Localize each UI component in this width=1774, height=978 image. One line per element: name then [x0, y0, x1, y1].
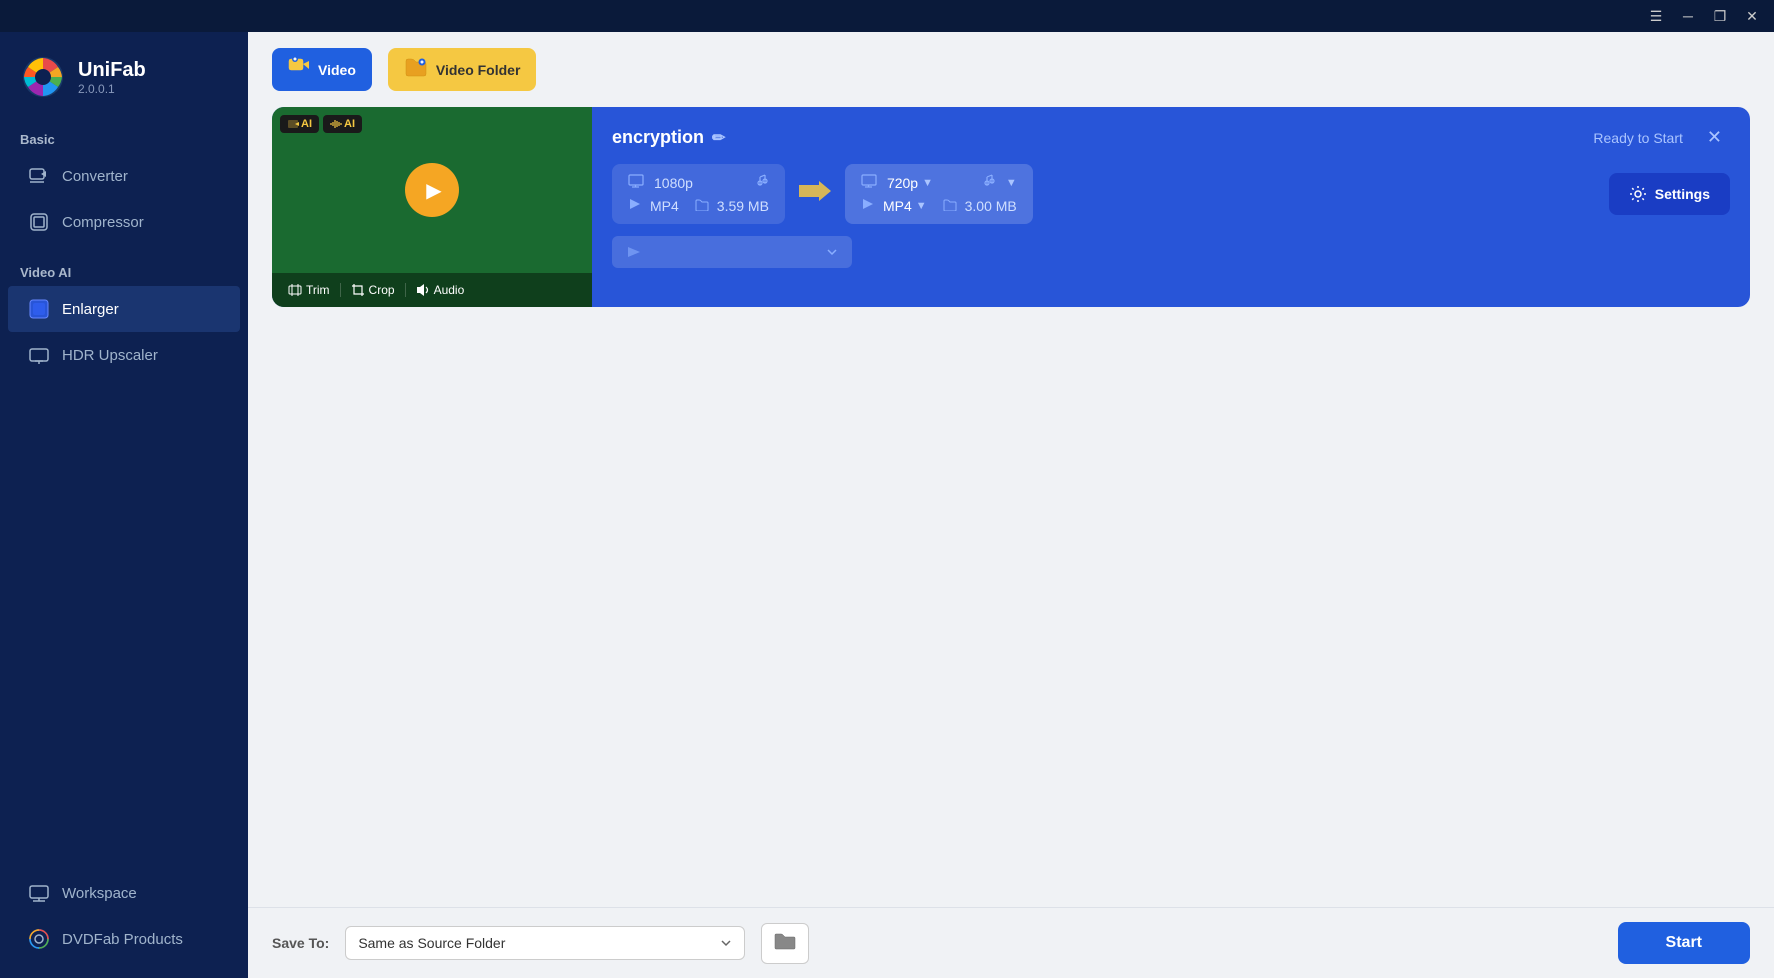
title-bar: ☰ ─ ❐ ✕: [0, 0, 1774, 32]
minimize-button[interactable]: ─: [1674, 6, 1702, 26]
output-resolution[interactable]: 720p ▼: [887, 175, 933, 191]
output-play-icon: [861, 197, 875, 214]
play-icon-sm: [628, 197, 642, 214]
divider2: [405, 283, 406, 297]
source-format-line: MP4 3.59 MB: [628, 197, 769, 214]
sidebar-item-converter[interactable]: Converter: [8, 153, 240, 199]
content-area: Video Video Folder: [248, 32, 1774, 978]
restore-button[interactable]: ❐: [1706, 6, 1734, 26]
output-format-box: 720p ▼ ▼: [845, 164, 1033, 224]
bottom-bar: Save To: Same as Source Folder Start: [248, 907, 1774, 978]
converter-icon: [28, 165, 50, 187]
browse-button[interactable]: [761, 923, 809, 964]
add-folder-button[interactable]: Video Folder: [388, 48, 537, 91]
menu-button[interactable]: ☰: [1642, 6, 1670, 26]
edit-icon[interactable]: ✏: [712, 128, 725, 148]
sidebar-item-enlarger[interactable]: Enlarger: [8, 286, 240, 332]
resolution-icon: [628, 174, 646, 191]
add-folder-label: Video Folder: [436, 62, 521, 78]
output-folder-icon: [943, 198, 957, 214]
source-folder-icon: [695, 198, 709, 214]
close-button[interactable]: ✕: [1738, 6, 1766, 26]
settings-button[interactable]: Settings: [1609, 173, 1730, 215]
logo-area: UniFab 2.0.0.1: [0, 44, 248, 124]
output-size: 3.00 MB: [965, 198, 1017, 214]
sidebar: UniFab 2.0.0.1 Basic Converter: [0, 32, 248, 978]
audio-label: Audio: [434, 283, 465, 297]
start-button[interactable]: Start: [1618, 922, 1750, 964]
ready-label: Ready to Start: [1593, 130, 1683, 146]
save-path-selector[interactable]: Same as Source Folder: [345, 926, 745, 960]
close-card-button[interactable]: ✕: [1699, 123, 1730, 152]
enlarger-icon: [28, 298, 50, 320]
dvdfab-icon: [28, 928, 50, 950]
conversion-info: encryption ✏ Ready to Start ✕: [592, 107, 1750, 307]
app-body: UniFab 2.0.0.1 Basic Converter: [0, 32, 1774, 978]
output-music-dropdown[interactable]: ▼: [1006, 177, 1017, 189]
toolbar: Video Video Folder: [248, 32, 1774, 107]
source-resolution-line: 1080p: [628, 174, 769, 191]
divider: [340, 283, 341, 297]
ai-video-badge: AI: [280, 115, 319, 133]
play-button[interactable]: ▶: [405, 163, 459, 217]
settings-label: Settings: [1655, 186, 1710, 202]
compressor-icon: [28, 211, 50, 233]
enlarger-label: Enlarger: [62, 301, 119, 318]
output-resolution-icon: [861, 174, 879, 191]
source-size: 3.59 MB: [717, 198, 769, 214]
crop-button[interactable]: Crop: [343, 279, 403, 301]
dvdfab-label: DVDFab Products: [62, 931, 183, 948]
sidebar-item-workspace[interactable]: Workspace: [8, 870, 240, 916]
source-resolution: 1080p: [654, 175, 693, 191]
sidebar-item-compressor[interactable]: Compressor: [8, 199, 240, 245]
video-controls: Trim Crop: [272, 273, 592, 307]
sidebar-item-dvdfab-products[interactable]: DVDFab Products: [8, 916, 240, 962]
ai-badges: AI AI: [280, 115, 362, 133]
add-video-button[interactable]: Video: [272, 48, 372, 91]
crop-label: Crop: [369, 283, 395, 297]
save-to-label: Save To:: [272, 935, 329, 951]
app-logo-icon: [20, 54, 66, 100]
output-format[interactable]: MP4 ▼: [883, 198, 927, 214]
basic-section-label: Basic: [0, 124, 248, 153]
source-format: MP4: [650, 198, 679, 214]
play-icon: ▶: [426, 178, 441, 203]
file-name-text: encryption: [612, 127, 704, 148]
app-name: UniFab: [78, 59, 146, 82]
conversion-header: encryption ✏ Ready to Start ✕: [612, 123, 1730, 152]
trim-label: Trim: [306, 283, 330, 297]
audio-track-selector[interactable]: [612, 236, 852, 268]
converter-label: Converter: [62, 168, 128, 185]
main-area: AI AI ▶: [248, 107, 1774, 907]
hdr-upscaler-icon: [28, 344, 50, 366]
video-thumbnail: AI AI ▶: [272, 107, 592, 307]
hdr-upscaler-label: HDR Upscaler: [62, 347, 158, 364]
ai-audio-badge: AI: [323, 115, 362, 133]
source-music-icon: [755, 174, 769, 191]
source-format-box: 1080p: [612, 164, 785, 224]
save-path-text: Same as Source Folder: [358, 935, 720, 951]
add-video-label: Video: [318, 62, 356, 78]
add-video-icon: [288, 56, 310, 83]
workspace-label: Workspace: [62, 885, 137, 902]
video-ai-section-label: Video AI: [0, 257, 248, 286]
app-version: 2.0.0.1: [78, 82, 146, 96]
audio-button[interactable]: Audio: [408, 279, 473, 301]
compressor-label: Compressor: [62, 214, 144, 231]
format-row: 1080p: [612, 164, 1730, 224]
output-resolution-line: 720p ▼ ▼: [861, 174, 1017, 191]
trim-button[interactable]: Trim: [280, 279, 338, 301]
workspace-icon: [28, 882, 50, 904]
output-format-line: MP4 ▼ 3.00 MB: [861, 197, 1017, 214]
audio-row: [612, 236, 1730, 268]
output-music-icon: [982, 174, 996, 191]
logo-text: UniFab 2.0.0.1: [78, 59, 146, 96]
video-card: AI AI ▶: [272, 107, 1750, 307]
file-name-area: encryption ✏: [612, 127, 725, 148]
conversion-arrow: [797, 177, 833, 212]
add-folder-icon: [404, 56, 428, 83]
sidebar-item-hdr-upscaler[interactable]: HDR Upscaler: [8, 332, 240, 378]
